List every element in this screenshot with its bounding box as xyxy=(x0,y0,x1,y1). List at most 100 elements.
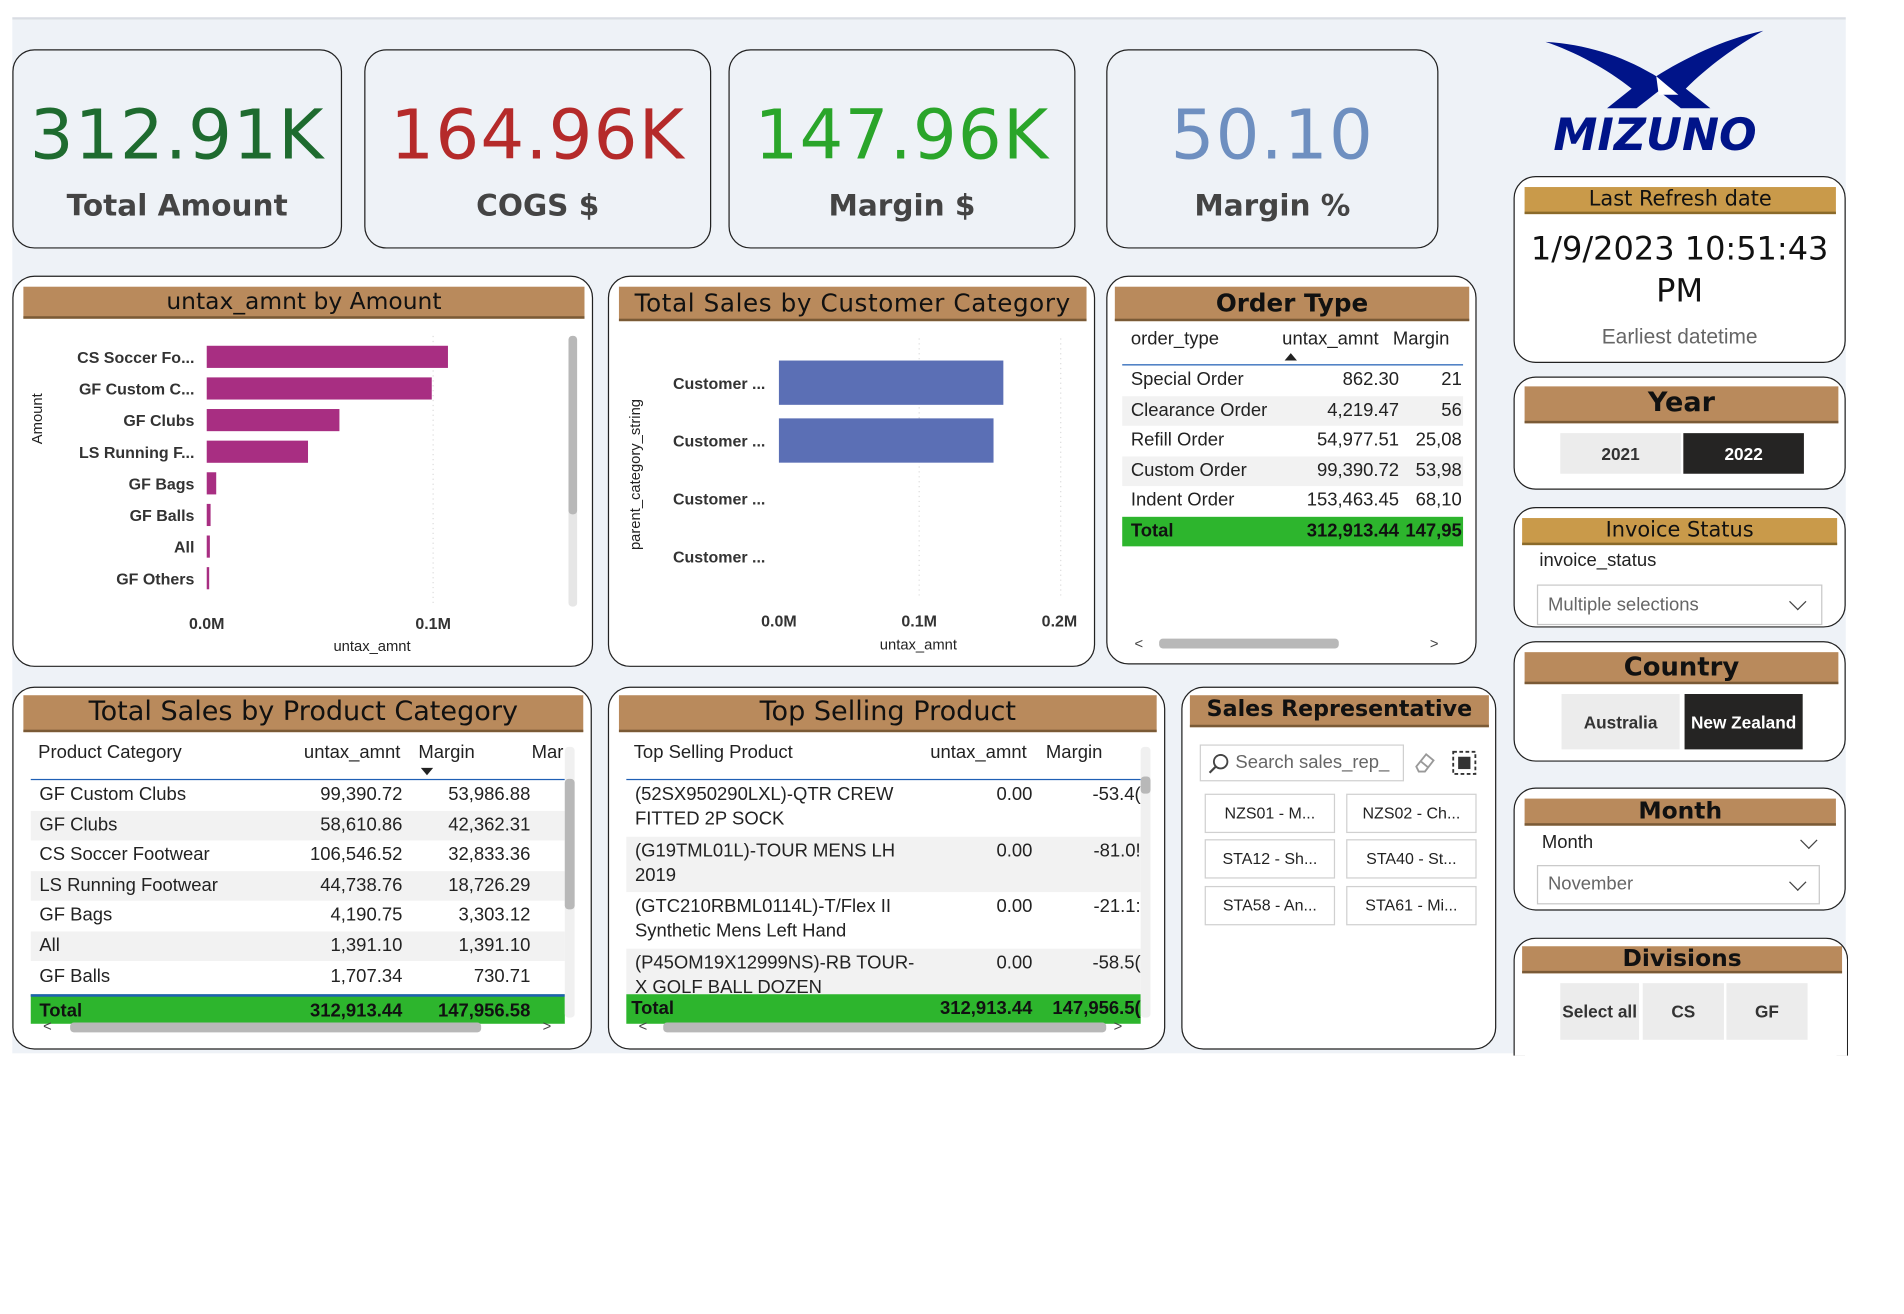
scrollbar-thumb[interactable] xyxy=(1140,776,1151,794)
bar[interactable] xyxy=(206,567,210,590)
bar[interactable] xyxy=(778,360,1004,405)
amount-chart-scrollbar[interactable] xyxy=(568,335,578,607)
bar[interactable] xyxy=(206,535,210,558)
month-value: November xyxy=(1547,873,1634,895)
scrollbar-thumb[interactable] xyxy=(70,1022,482,1033)
bar[interactable] xyxy=(206,409,340,432)
bar[interactable] xyxy=(206,472,217,495)
year-option-2021[interactable]: 2021 xyxy=(1560,433,1681,474)
month-header: Month xyxy=(1524,798,1836,826)
table-row[interactable]: LS Running Footwear 44,738.76 18,726.29 xyxy=(30,870,565,901)
bar[interactable] xyxy=(778,418,994,463)
table-row[interactable]: GF Clubs 58,610.86 42,362.31 xyxy=(30,810,565,840)
cell-untax-amnt: 1,707.34 xyxy=(330,965,403,987)
category-label: Customer ... xyxy=(673,549,765,566)
country-option-australia[interactable]: Australia xyxy=(1561,694,1680,750)
col-product-category[interactable]: Product Category xyxy=(38,742,182,763)
col-order-type[interactable]: order_type xyxy=(1131,329,1219,350)
cell-untax-amnt: 44,738.76 xyxy=(320,874,403,896)
scroll-right-icon[interactable]: > xyxy=(543,1018,552,1035)
product-name-line: (G19TML01L)-TOUR MENS LH xyxy=(634,839,896,861)
table-row[interactable]: (52SX950290LXL)-QTR CREW FITTED 2P SOCK 0.… xyxy=(626,780,1141,835)
product-name-line: (GTC210RBML0114L)-T/Flex II xyxy=(634,895,892,917)
scrollbar-thumb[interactable] xyxy=(568,335,578,515)
cell-margin: 21 xyxy=(1441,369,1462,391)
cell-order-type: Clearance Order xyxy=(1130,399,1268,421)
refresh-subtitle: Earliest datetime xyxy=(1601,324,1758,349)
category-label: GF Balls xyxy=(130,508,195,525)
eraser-icon[interactable] xyxy=(1411,749,1438,776)
sales-rep-slicer: Sales Representative Search sales_rep_ N… xyxy=(1181,686,1497,1050)
bar[interactable] xyxy=(206,503,211,527)
col-margin-pct[interactable]: Mar xyxy=(532,742,566,763)
scrollbar-thumb[interactable] xyxy=(663,1022,1107,1033)
scroll-left-icon[interactable]: < xyxy=(639,1018,648,1035)
month-dropdown[interactable]: November xyxy=(1536,865,1820,905)
table-row[interactable]: Clearance Order 4,219.47 56 xyxy=(1122,395,1464,426)
table-row[interactable]: Custom Order 99,390.72 53,98 xyxy=(1122,456,1464,486)
product-category-header: Total Sales by Product Category xyxy=(23,695,584,733)
table-row[interactable]: (GTC210RBML0114L)-T/Flex II Synthetic Men… xyxy=(626,892,1141,947)
sales-rep-chip[interactable]: STA61 - Mi... xyxy=(1346,885,1477,926)
category-label: GF Custom C... xyxy=(79,382,194,399)
col-untax-amnt[interactable]: untax_amnt xyxy=(304,742,400,763)
bar[interactable] xyxy=(206,377,432,400)
x-tick-label: 0.0M xyxy=(189,616,225,633)
scrollbar-thumb[interactable] xyxy=(1159,638,1339,649)
invoice-status-field: invoice_status xyxy=(1539,550,1657,571)
bar[interactable] xyxy=(206,345,448,368)
kpi-label: COGS $ xyxy=(476,188,600,223)
table-row[interactable]: GF Balls 1,707.34 730.71 xyxy=(31,962,565,992)
x-tick-label: 0.1M xyxy=(415,616,451,633)
chevron-down-icon xyxy=(1789,593,1807,611)
scroll-left-icon[interactable]: < xyxy=(1135,635,1144,652)
scroll-right-icon[interactable]: > xyxy=(1430,635,1439,652)
sales-rep-search-input[interactable]: Search sales_rep_ xyxy=(1199,744,1405,782)
sales-rep-chip[interactable]: STA12 - Sh... xyxy=(1204,839,1336,879)
table-row[interactable]: CS Soccer Footwear 106,546.52 32,833.36 xyxy=(31,841,565,871)
sales-rep-chip[interactable]: STA40 - St... xyxy=(1346,839,1477,879)
col-untax-amnt[interactable]: untax_amnt xyxy=(1282,329,1378,350)
table-row[interactable]: Special Order 862.30 21 xyxy=(1122,365,1463,395)
table-row[interactable]: Refill Order 54,977.51 25,08 xyxy=(1122,426,1463,456)
sales-rep-chip[interactable]: NZS02 - Ch... xyxy=(1346,793,1477,834)
divisions-option-gf[interactable]: GF xyxy=(1726,983,1808,1040)
select-all-icon[interactable] xyxy=(1451,749,1478,776)
col-top-selling-product[interactable]: Top Selling Product xyxy=(634,742,793,763)
table-row[interactable]: Indent Order 153,463.45 68,10 xyxy=(1122,487,1463,517)
table-row[interactable]: All 1,391.10 1,391.10 xyxy=(30,931,565,962)
scroll-left-icon[interactable]: < xyxy=(43,1018,52,1035)
invoice-status-dropdown[interactable]: Multiple selections xyxy=(1536,584,1823,626)
customer-chart-xlabel: untax_amnt xyxy=(879,636,957,654)
table-row[interactable]: GF Bags 4,190.75 3,303.12 xyxy=(31,901,565,931)
top-product-vscroll[interactable] xyxy=(1140,746,1151,1018)
bar[interactable] xyxy=(206,440,309,463)
scrollbar-thumb[interactable] xyxy=(564,778,575,910)
sales-rep-chip[interactable]: NZS01 - M... xyxy=(1204,793,1336,834)
scroll-right-icon[interactable]: > xyxy=(1114,1018,1123,1035)
table-row[interactable]: GF Custom Clubs 99,390.72 53,986.88 xyxy=(31,780,565,810)
col-margin[interactable]: Margin xyxy=(1393,329,1449,350)
mizuno-logo: MIZUNO xyxy=(1538,27,1772,161)
divisions-option-select-all[interactable]: Select all xyxy=(1560,983,1640,1040)
product-category-hscroll[interactable]: < > xyxy=(31,1018,565,1035)
country-option-new-zealand[interactable]: New Zealand xyxy=(1684,694,1803,750)
col-margin[interactable]: Margin xyxy=(1046,742,1102,763)
year-option-2022[interactable]: 2022 xyxy=(1683,433,1804,474)
order-type-hscroll[interactable]: < > xyxy=(1122,635,1463,652)
product-name-line: FITTED 2P SOCK xyxy=(634,808,785,830)
top-product-header: Top Selling Product xyxy=(618,695,1157,733)
cell-product-category: GF Clubs xyxy=(39,814,118,836)
refresh-ampm: PM xyxy=(1656,273,1704,311)
cell-untax-amnt: 312,913.44 xyxy=(1306,520,1400,542)
product-category-vscroll[interactable] xyxy=(564,746,575,1018)
category-label: LS Running F... xyxy=(79,445,194,462)
col-untax-amnt[interactable]: untax_amnt xyxy=(930,742,1026,763)
sales-rep-chip[interactable]: STA58 - An... xyxy=(1204,885,1336,926)
col-margin[interactable]: Margin xyxy=(418,742,474,763)
divisions-option-cs[interactable]: CS xyxy=(1642,983,1724,1040)
chevron-down-icon[interactable] xyxy=(1800,831,1818,850)
table-row[interactable]: (G19TML01L)-TOUR MENS LH 2019 0.00 -81.0! xyxy=(626,836,1141,892)
top-product-hscroll[interactable]: < > xyxy=(626,1018,1140,1035)
cell-product-name: (52SX950290LXL)-QTR CREW FITTED 2P SOCK xyxy=(635,783,924,832)
